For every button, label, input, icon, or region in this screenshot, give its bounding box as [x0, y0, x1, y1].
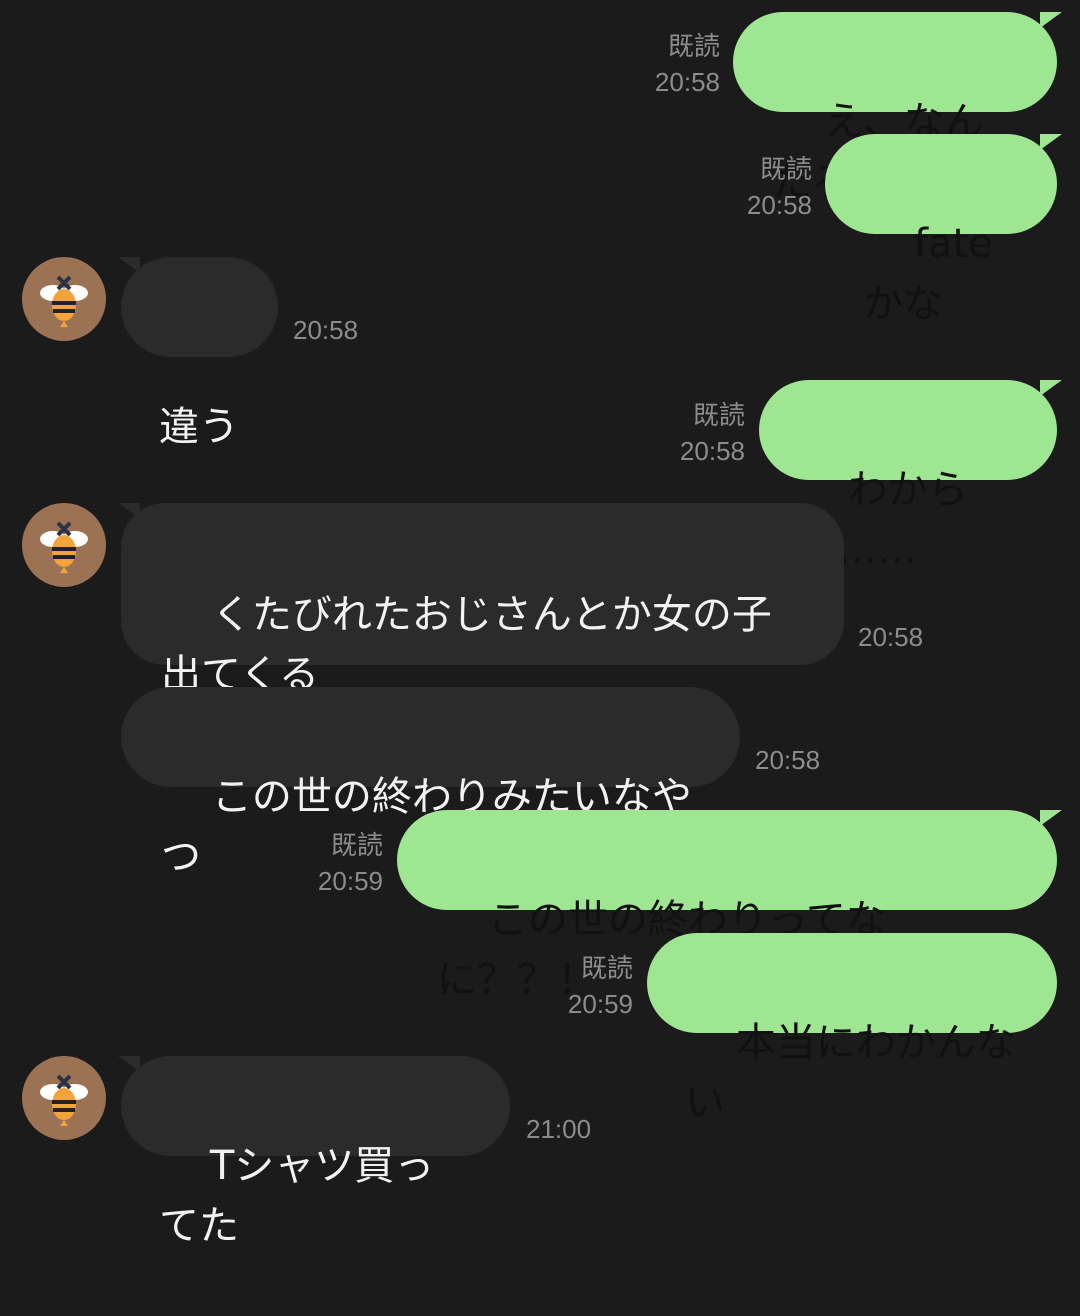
timestamp: 21:00 — [526, 1114, 592, 1144]
bubble-tail — [118, 1056, 140, 1072]
bee-icon — [40, 1074, 88, 1126]
message-bubble[interactable]: Tシャツ買ってた — [121, 1056, 510, 1249]
message-text: Tシャツ買ってた — [159, 1143, 435, 1249]
message-incoming[interactable]: Tシャツ買ってた 21:00 — [0, 0, 1080, 1249]
avatar[interactable] — [22, 1056, 106, 1140]
